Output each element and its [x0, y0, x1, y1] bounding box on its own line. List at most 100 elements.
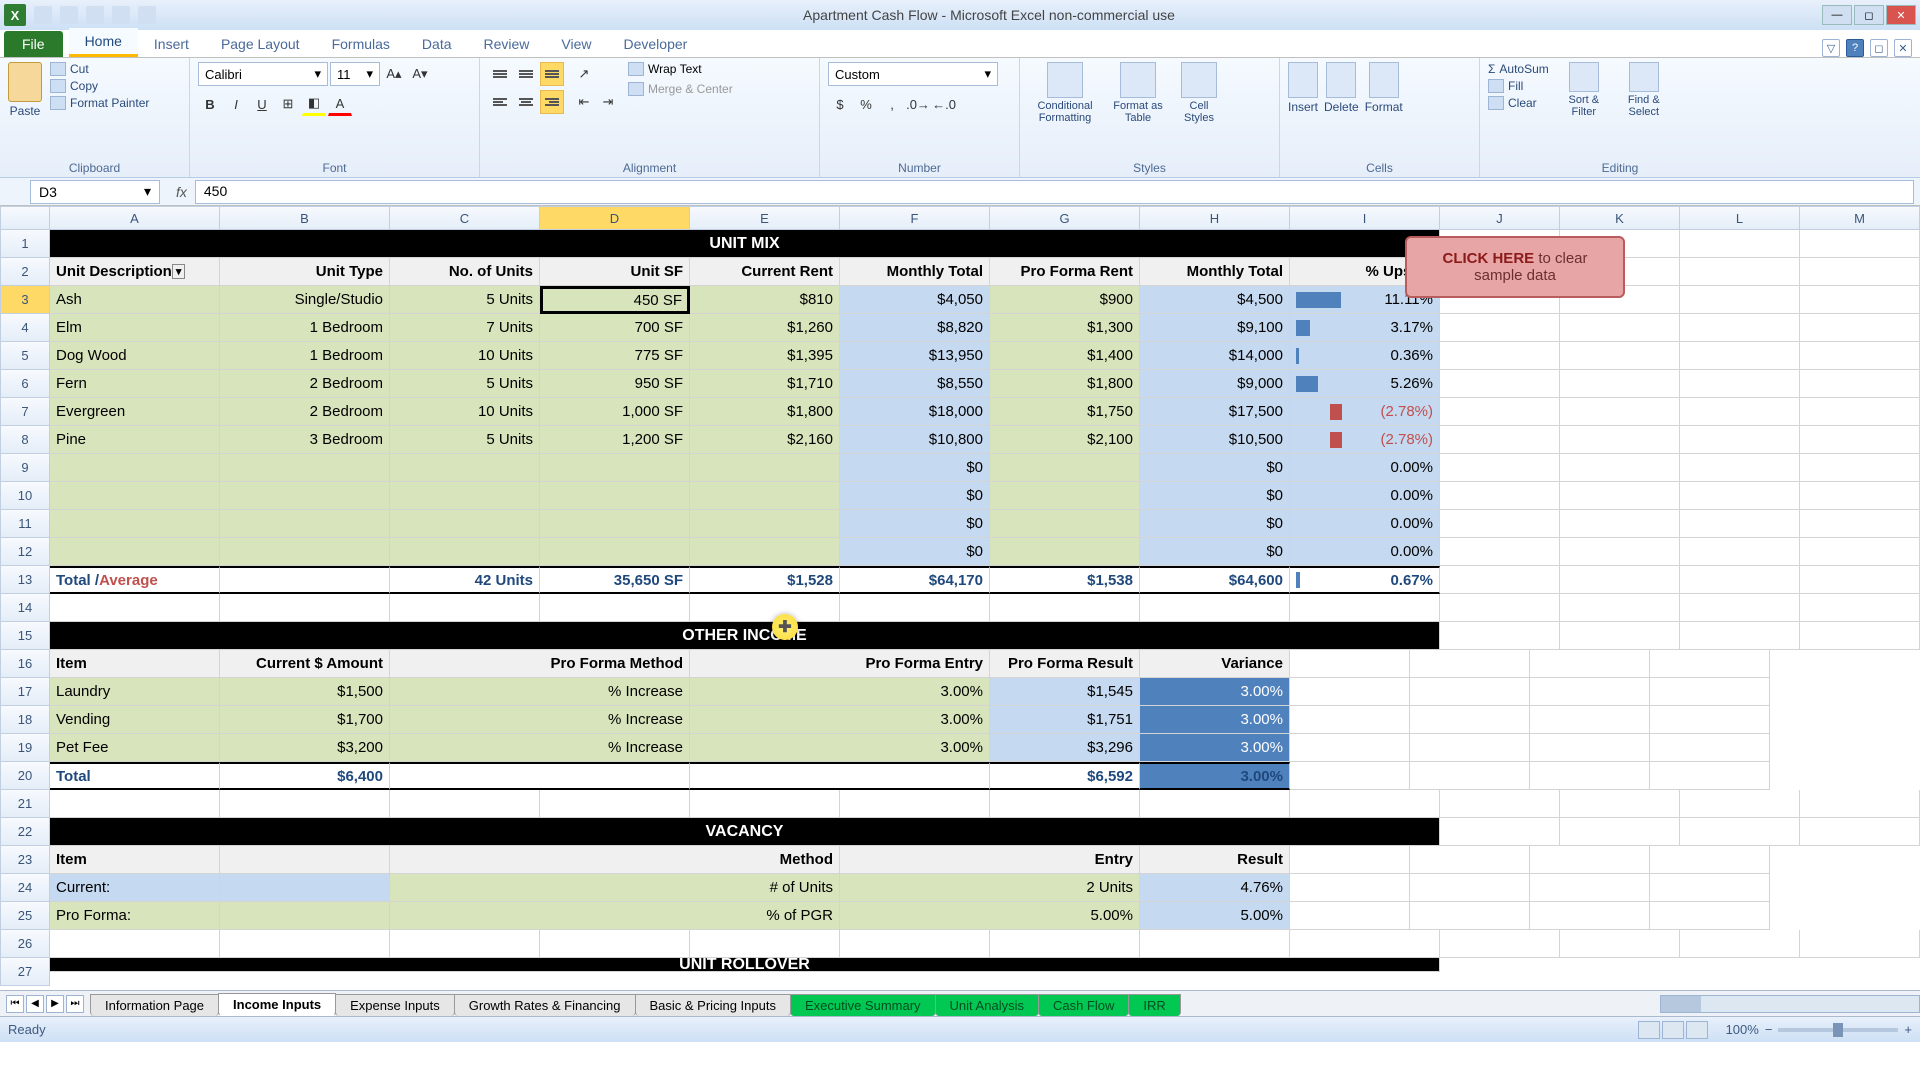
sheet-tab[interactable]: Cash Flow: [1038, 994, 1129, 1016]
copy-button[interactable]: Copy: [50, 79, 149, 93]
help-icon[interactable]: ?: [1846, 39, 1864, 57]
minimize-ribbon-icon[interactable]: ▽: [1822, 39, 1840, 57]
font-name-select[interactable]: Calibri▾: [198, 62, 328, 86]
zoom-in-button[interactable]: +: [1904, 1022, 1912, 1037]
col-header-H[interactable]: H: [1140, 206, 1290, 230]
row-header-8[interactable]: 8: [0, 426, 50, 454]
format-as-table-button[interactable]: Format as Table: [1108, 62, 1168, 124]
find-select-button[interactable]: Find & Select: [1619, 62, 1669, 118]
row-header-26[interactable]: 26: [0, 930, 50, 958]
sheet-tab[interactable]: Information Page: [90, 994, 219, 1016]
currency-button[interactable]: $: [828, 92, 852, 116]
horizontal-scrollbar[interactable]: [1660, 995, 1920, 1013]
sheet-tab[interactable]: Unit Analysis: [935, 994, 1039, 1016]
filter-icon[interactable]: ▾: [172, 264, 186, 279]
close-button[interactable]: ✕: [1886, 5, 1916, 25]
row-header-17[interactable]: 17: [0, 678, 50, 706]
sheet-tab[interactable]: Growth Rates & Financing: [454, 994, 636, 1016]
window-restore-icon[interactable]: ◻: [1870, 39, 1888, 57]
insert-button[interactable]: Insert: [1288, 62, 1318, 114]
row-header-14[interactable]: 14: [0, 594, 50, 622]
orientation-button[interactable]: ↗: [572, 62, 596, 86]
window-close-icon[interactable]: ✕: [1894, 39, 1912, 57]
tab-page-layout[interactable]: Page Layout: [205, 31, 316, 57]
row-header-5[interactable]: 5: [0, 342, 50, 370]
row-header-13[interactable]: 13: [0, 566, 50, 594]
tab-developer[interactable]: Developer: [608, 31, 704, 57]
row-header-7[interactable]: 7: [0, 398, 50, 426]
align-top-button[interactable]: [488, 62, 512, 86]
align-bottom-button[interactable]: [540, 62, 564, 86]
increase-indent-button[interactable]: ⇥: [596, 90, 620, 114]
row-header-23[interactable]: 23: [0, 846, 50, 874]
cut-button[interactable]: Cut: [50, 62, 149, 76]
cell[interactable]: 1,000 SF: [540, 398, 690, 426]
cells-area[interactable]: UNIT MIXUnit Description ▾Unit TypeNo. o…: [50, 230, 1920, 986]
qat-btn[interactable]: [138, 6, 156, 24]
sheet-tab[interactable]: Income Inputs: [218, 993, 336, 1016]
zoom-out-button[interactable]: −: [1765, 1022, 1773, 1037]
row-header-22[interactable]: 22: [0, 818, 50, 846]
grow-font-button[interactable]: A▴: [382, 62, 406, 86]
paste-button[interactable]: Paste: [8, 62, 42, 118]
row-header-2[interactable]: 2: [0, 258, 50, 286]
row-header-3[interactable]: 3: [0, 286, 50, 314]
first-sheet-button[interactable]: ⏮: [6, 995, 24, 1013]
format-painter-button[interactable]: Format Painter: [50, 96, 149, 110]
row-header-4[interactable]: 4: [0, 314, 50, 342]
percent-button[interactable]: %: [854, 92, 878, 116]
col-header-C[interactable]: C: [390, 206, 540, 230]
comma-button[interactable]: ,: [880, 92, 904, 116]
file-tab[interactable]: File: [4, 31, 63, 57]
row-header-16[interactable]: 16: [0, 650, 50, 678]
number-format-select[interactable]: Custom▾: [828, 62, 998, 86]
active-cell[interactable]: 450 SF: [540, 286, 690, 314]
row-header-6[interactable]: 6: [0, 370, 50, 398]
tab-formulas[interactable]: Formulas: [316, 31, 406, 57]
italic-button[interactable]: I: [224, 92, 248, 116]
sheet-tab[interactable]: IRR: [1128, 994, 1180, 1016]
increase-decimal-button[interactable]: .0→: [906, 92, 930, 116]
row-header-25[interactable]: 25: [0, 902, 50, 930]
align-right-button[interactable]: [540, 90, 564, 114]
select-all-corner[interactable]: [0, 206, 50, 230]
align-left-button[interactable]: [488, 90, 512, 114]
decrease-decimal-button[interactable]: ←.0: [932, 92, 956, 116]
font-size-select[interactable]: 11▾: [330, 62, 380, 86]
row-header-18[interactable]: 18: [0, 706, 50, 734]
shrink-font-button[interactable]: A▾: [408, 62, 432, 86]
format-button[interactable]: Format: [1365, 62, 1403, 114]
underline-button[interactable]: U: [250, 92, 274, 116]
border-button[interactable]: ⊞: [276, 92, 300, 116]
col-header-J[interactable]: J: [1440, 206, 1560, 230]
col-header-D[interactable]: D: [540, 206, 690, 230]
formula-input[interactable]: 450: [195, 180, 1914, 204]
tab-data[interactable]: Data: [406, 31, 468, 57]
sort-filter-button[interactable]: Sort & Filter: [1559, 62, 1609, 118]
align-middle-button[interactable]: [514, 62, 538, 86]
font-color-button[interactable]: A: [328, 92, 352, 116]
cell[interactable]: 1,200 SF: [540, 426, 690, 454]
tab-view[interactable]: View: [545, 31, 607, 57]
zoom-slider[interactable]: [1778, 1028, 1898, 1032]
merge-center-button[interactable]: Merge & Center: [628, 82, 733, 96]
clear-sample-data-button[interactable]: CLICK HERE to clear sample data: [1405, 236, 1625, 298]
maximize-button[interactable]: ◻: [1854, 5, 1884, 25]
conditional-formatting-button[interactable]: Conditional Formatting: [1028, 62, 1102, 124]
normal-view-button[interactable]: [1638, 1021, 1660, 1039]
row-header-21[interactable]: 21: [0, 790, 50, 818]
clear-button[interactable]: Clear: [1488, 96, 1549, 110]
prev-sheet-button[interactable]: ◀: [26, 995, 44, 1013]
col-header-F[interactable]: F: [840, 206, 990, 230]
tab-insert[interactable]: Insert: [138, 31, 205, 57]
row-header-1[interactable]: 1: [0, 230, 50, 258]
delete-button[interactable]: Delete: [1324, 62, 1359, 114]
fx-icon[interactable]: fx: [176, 184, 187, 200]
bold-button[interactable]: B: [198, 92, 222, 116]
row-header-20[interactable]: 20: [0, 762, 50, 790]
decrease-indent-button[interactable]: ⇤: [572, 90, 596, 114]
row-header-9[interactable]: 9: [0, 454, 50, 482]
col-header-M[interactable]: M: [1800, 206, 1920, 230]
fill-color-button[interactable]: ◧: [302, 92, 326, 116]
page-layout-view-button[interactable]: [1662, 1021, 1684, 1039]
